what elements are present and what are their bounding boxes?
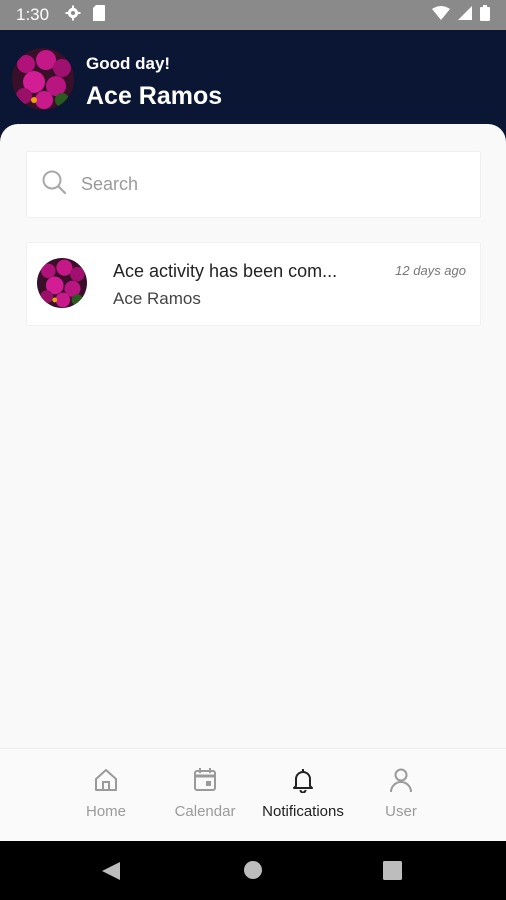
home-icon bbox=[93, 767, 119, 797]
nav-item-user[interactable]: User bbox=[351, 767, 451, 820]
android-navigation-bar bbox=[0, 841, 506, 900]
notification-subtitle: Ace Ramos bbox=[113, 289, 201, 308]
avatar[interactable] bbox=[12, 48, 74, 110]
home-circle-icon[interactable] bbox=[243, 860, 263, 885]
nav-item-calendar[interactable]: Calendar bbox=[155, 767, 255, 820]
bell-icon bbox=[290, 767, 316, 797]
calendar-icon bbox=[192, 767, 218, 797]
notification-title: Ace activity has been com... bbox=[113, 261, 338, 281]
avatar bbox=[37, 258, 87, 308]
notification-item[interactable]: Ace activity has been com... Ace Ramos 1… bbox=[26, 242, 481, 326]
status-bar: 1:30 bbox=[0, 0, 506, 30]
bottom-navigation: Home Calendar Notifications User bbox=[0, 748, 506, 841]
wifi-icon bbox=[432, 5, 450, 25]
greeting-text: Good day! bbox=[86, 54, 171, 73]
nav-label-notifications: Notifications bbox=[262, 803, 344, 820]
back-icon[interactable] bbox=[100, 860, 122, 887]
user-icon bbox=[388, 767, 414, 797]
nav-label-home: Home bbox=[85, 803, 126, 820]
status-time: 1:30 bbox=[16, 5, 50, 24]
sd-card-icon bbox=[93, 4, 106, 26]
nav-item-home[interactable]: Home bbox=[56, 767, 156, 820]
recents-square-icon[interactable] bbox=[383, 861, 402, 885]
main-content: Ace activity has been com... Ace Ramos 1… bbox=[0, 124, 506, 748]
search-icon bbox=[41, 169, 67, 200]
user-name: Ace Ramos bbox=[86, 82, 223, 110]
nav-label-user: User bbox=[385, 803, 417, 820]
settings-gear-icon bbox=[65, 5, 81, 26]
notification-time: 12 days ago bbox=[395, 263, 466, 278]
search-input[interactable] bbox=[81, 174, 461, 195]
nav-item-notifications[interactable]: Notifications bbox=[253, 767, 353, 820]
nav-label-calendar: Calendar bbox=[174, 803, 236, 820]
search-bar[interactable] bbox=[26, 151, 481, 218]
signal-icon bbox=[458, 5, 472, 25]
battery-icon bbox=[480, 4, 490, 26]
